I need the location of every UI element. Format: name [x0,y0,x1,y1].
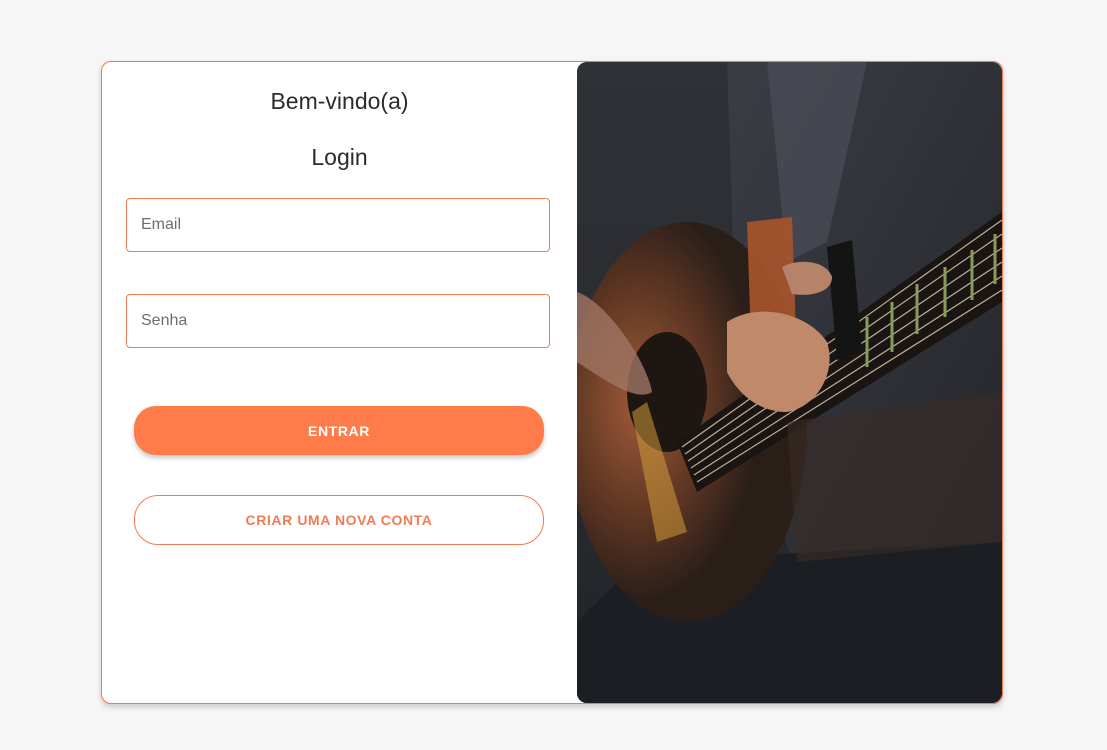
login-form-panel: Bem-vindo(a) Login ENTRAR CRIAR UMA NOVA… [102,62,577,703]
email-input[interactable] [127,199,549,251]
password-field [126,294,550,348]
login-card: Bem-vindo(a) Login ENTRAR CRIAR UMA NOVA… [101,61,1003,704]
welcome-heading: Bem-vindo(a) [270,88,409,114]
create-account-button[interactable]: CRIAR UMA NOVA CONTA [134,495,544,545]
login-title: Login [311,144,368,170]
login-button[interactable]: ENTRAR [134,406,544,455]
guitar-photo [577,62,1002,703]
password-input[interactable] [127,295,549,347]
email-field [126,198,550,252]
